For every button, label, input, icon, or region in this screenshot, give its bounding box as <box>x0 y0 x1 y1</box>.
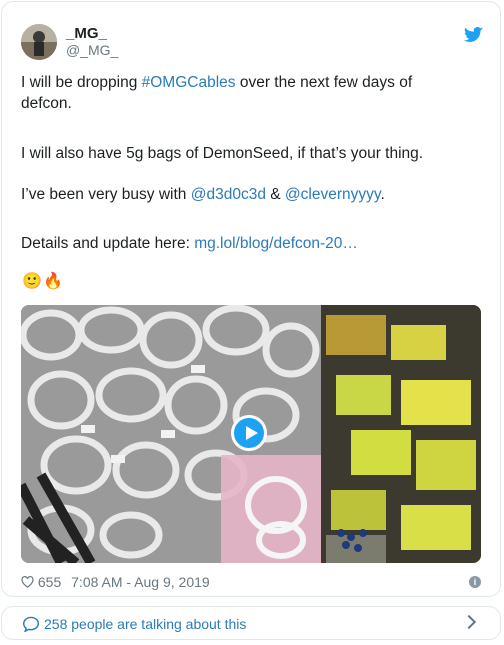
twitter-bird-icon[interactable] <box>464 25 484 45</box>
fire-emoji-icon: 🔥 <box>43 273 63 290</box>
author-name[interactable]: _MG_ <box>66 25 107 42</box>
text-segment: I’ve been very busy with <box>21 186 191 203</box>
mention-link-1[interactable]: @d3d0c3d <box>191 186 266 203</box>
heart-icon[interactable] <box>21 576 34 588</box>
like-count[interactable]: 655 <box>38 574 61 590</box>
tweet-line-3: I will also have 5g bags of DemonSeed, i… <box>21 145 424 162</box>
smile-emoji-icon: 🙂 <box>22 273 42 290</box>
play-icon[interactable] <box>231 415 267 451</box>
conversation-footer[interactable]: 258 people are talking about this <box>1 606 501 640</box>
tweet-line-1: I will be dropping #OMGCables over the n… <box>21 73 481 93</box>
mention-link-2[interactable]: @clevernyyyy <box>285 186 381 203</box>
tweet-line-4: I’ve been very busy with @d3d0c3d & @cle… <box>21 185 481 205</box>
text-segment: I will be dropping <box>21 74 142 91</box>
text-segment: . <box>380 186 385 203</box>
conversation-link[interactable]: 258 people are talking about this <box>44 616 246 632</box>
text-segment: Details and update here: <box>21 235 195 252</box>
chevron-right-icon[interactable] <box>461 614 477 630</box>
avatar[interactable] <box>21 24 57 60</box>
tweet-line-5: Details and update here: mg.lol/blog/def… <box>21 234 481 254</box>
info-icon[interactable]: i <box>469 576 481 588</box>
author-handle[interactable]: @_MG_ <box>66 42 118 58</box>
text-segment: over the next few days of <box>235 74 413 91</box>
url-link[interactable]: mg.lol/blog/defcon-20… <box>194 235 358 252</box>
hashtag-link[interactable]: #OMGCables <box>142 74 236 91</box>
timestamp[interactable]: 7:08 AM - Aug 9, 2019 <box>71 574 210 590</box>
comments-icon <box>22 616 40 632</box>
tweet-line-2: defcon. <box>21 95 72 112</box>
tweet-meta: 655 7:08 AM - Aug 9, 2019 <box>21 574 210 590</box>
text-segment: & <box>265 186 285 203</box>
